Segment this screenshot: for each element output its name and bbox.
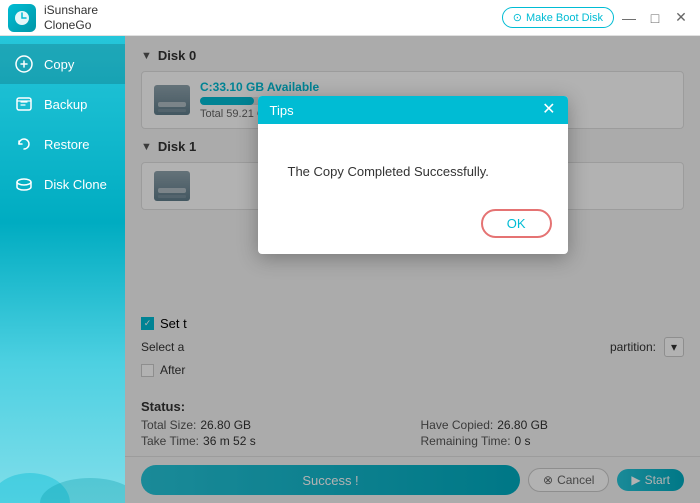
modal-footer: OK	[258, 199, 568, 254]
copy-icon	[14, 54, 34, 74]
title-bar-left: iSunshare CloneGo	[8, 3, 98, 32]
sidebar-item-backup[interactable]: Backup	[0, 84, 125, 124]
restore-label: Restore	[44, 137, 90, 152]
diskclone-label: Disk Clone	[44, 177, 107, 192]
app-title: iSunshare CloneGo	[44, 3, 98, 32]
sidebar: Copy Backup Restore	[0, 36, 125, 503]
backup-icon	[14, 94, 34, 114]
backup-label: Backup	[44, 97, 87, 112]
title-bar-right: ⊙ Make Boot Disk — □ ✕	[502, 7, 692, 29]
tips-modal: Tips ✕ The Copy Completed Successfully. …	[258, 96, 568, 254]
modal-title: Tips	[270, 103, 294, 118]
modal-close-button[interactable]: ✕	[542, 102, 555, 118]
sidebar-item-copy[interactable]: Copy	[0, 44, 125, 84]
title-bar: iSunshare CloneGo ⊙ Make Boot Disk — □ ✕	[0, 0, 700, 36]
sidebar-item-diskclone[interactable]: Disk Clone	[0, 164, 125, 204]
content-area: ▼ Disk 0 C:33.10 GB Available Total 59.2…	[125, 36, 700, 503]
diskclone-icon	[14, 174, 34, 194]
make-boot-button[interactable]: ⊙ Make Boot Disk	[502, 7, 614, 28]
modal-header: Tips ✕	[258, 96, 568, 124]
modal-overlay: Tips ✕ The Copy Completed Successfully. …	[125, 36, 700, 503]
modal-message: The Copy Completed Successfully.	[288, 164, 538, 179]
copy-label: Copy	[44, 57, 74, 72]
sidebar-item-restore[interactable]: Restore	[0, 124, 125, 164]
minimize-button[interactable]: —	[618, 7, 640, 29]
app-logo	[8, 4, 36, 32]
ok-button[interactable]: OK	[481, 209, 552, 238]
maximize-button[interactable]: □	[644, 7, 666, 29]
main-layout: Copy Backup Restore	[0, 36, 700, 503]
close-button[interactable]: ✕	[670, 7, 692, 29]
modal-body: The Copy Completed Successfully.	[258, 124, 568, 199]
cd-icon: ⊙	[513, 11, 522, 24]
restore-icon	[14, 134, 34, 154]
